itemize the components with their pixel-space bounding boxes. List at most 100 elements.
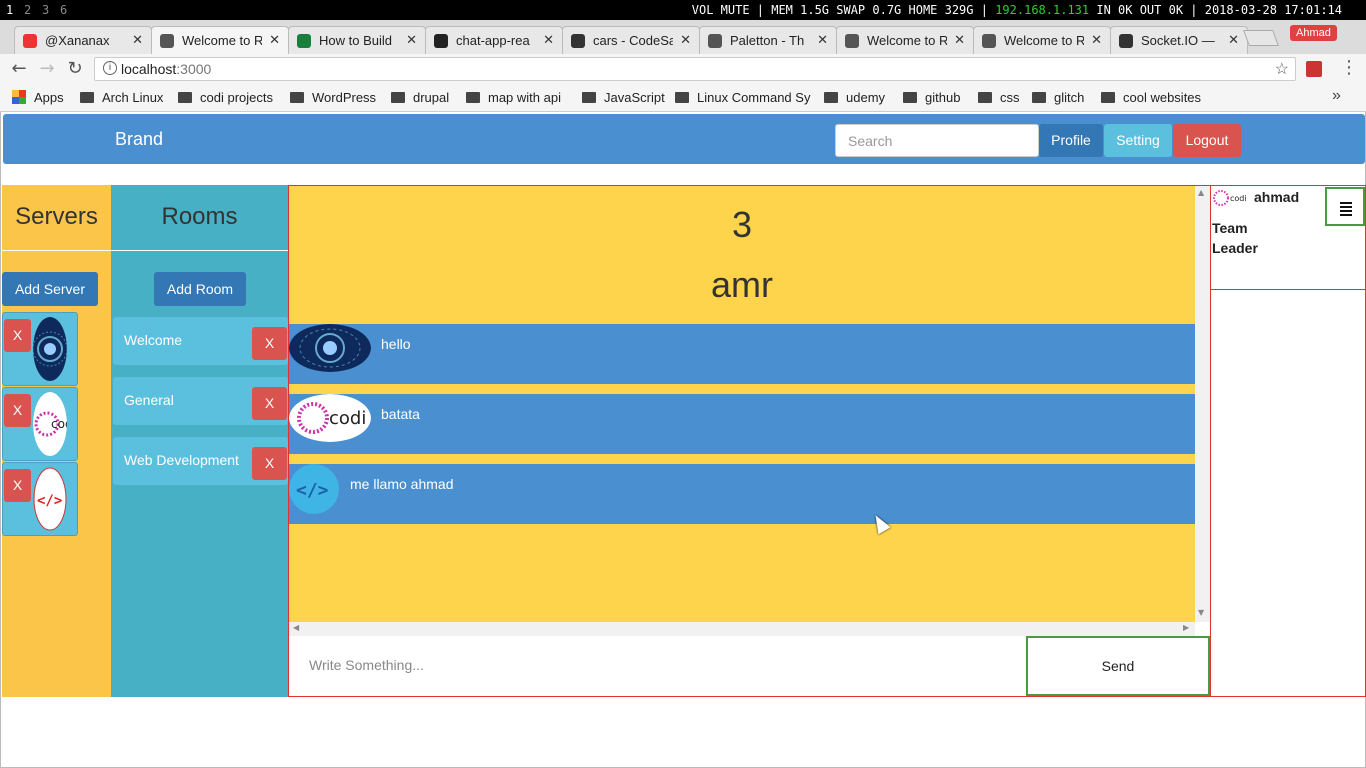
- forward-icon[interactable]: →: [36, 58, 58, 80]
- remove-server-button[interactable]: X: [4, 319, 31, 352]
- svg-text:codi: codi: [329, 408, 366, 429]
- react-icon: [160, 34, 174, 48]
- bookmark-label: codi projects: [200, 90, 273, 105]
- close-tab-icon[interactable]: ✕: [954, 32, 965, 48]
- url-host: localhost: [121, 61, 177, 77]
- reload-icon[interactable]: ↻: [64, 58, 86, 80]
- browser-menu-icon[interactable]: ⋮: [1340, 57, 1358, 78]
- browser-tab[interactable]: Welcome to R ✕: [973, 26, 1111, 54]
- scroll-up-icon[interactable]: ▲: [1198, 188, 1204, 197]
- scroll-right-icon[interactable]: ▶: [1183, 623, 1189, 632]
- workspace-2[interactable]: 2: [24, 3, 31, 17]
- bookmark-label: cool websites: [1123, 90, 1202, 105]
- sheets-icon: [297, 34, 311, 48]
- close-tab-icon[interactable]: ✕: [132, 32, 143, 48]
- server-item[interactable]: X: [2, 312, 78, 386]
- remove-room-button[interactable]: X: [252, 327, 287, 360]
- react-icon: [982, 34, 996, 48]
- browser-tab[interactable]: @Xananax ✕: [14, 26, 152, 54]
- browser-tab[interactable]: How to Build ✕: [288, 26, 426, 54]
- bookmark-star-icon[interactable]: ☆: [1275, 59, 1289, 79]
- workspace-3[interactable]: 3: [42, 3, 49, 17]
- remove-server-button[interactable]: X: [4, 469, 31, 502]
- new-tab-button[interactable]: [1243, 30, 1279, 46]
- browser-profile-badge[interactable]: Ahmad: [1290, 25, 1337, 41]
- browser-tab[interactable]: Welcome to R ✕: [151, 26, 289, 54]
- hamburger-menu-icon[interactable]: [1325, 187, 1365, 226]
- room-item-welcome[interactable]: Welcome X: [113, 317, 288, 365]
- bookmark-item[interactable]: cool websites: [1101, 90, 1201, 105]
- add-room-button[interactable]: Add Room: [154, 272, 246, 306]
- brand-link[interactable]: Brand: [115, 129, 163, 150]
- scroll-left-icon[interactable]: ◀: [293, 623, 299, 632]
- add-server-button[interactable]: Add Server: [2, 272, 98, 306]
- room-name[interactable]: Welcome: [124, 332, 182, 348]
- room-item-web-development[interactable]: Web Development X: [113, 437, 288, 485]
- remove-room-button[interactable]: X: [252, 447, 287, 480]
- back-icon[interactable]: ←: [8, 58, 30, 80]
- bookmark-item[interactable]: glitch: [1032, 90, 1084, 105]
- bookmark-item[interactable]: udemy: [824, 90, 885, 105]
- address-url: localhost:3000: [121, 61, 211, 77]
- remove-room-button[interactable]: X: [252, 387, 287, 420]
- youtube-icon: [23, 34, 37, 48]
- horizontal-scrollbar[interactable]: ◀ ▶: [289, 622, 1195, 636]
- browser-tab[interactable]: Paletton - Th ✕: [699, 26, 837, 54]
- bookmark-item[interactable]: JavaScript: [582, 90, 665, 105]
- close-tab-icon[interactable]: ✕: [406, 32, 417, 48]
- browser-tab[interactable]: cars - CodeSa ✕: [562, 26, 700, 54]
- browser-tab[interactable]: Welcome to R ✕: [836, 26, 974, 54]
- close-tab-icon[interactable]: ✕: [680, 32, 691, 48]
- bookmark-item[interactable]: codi projects: [178, 90, 273, 105]
- ip-address: 192.168.1.131: [995, 3, 1090, 17]
- more-bookmarks-icon[interactable]: »: [1332, 87, 1341, 105]
- extension-icon[interactable]: [1306, 61, 1322, 77]
- folder-icon: [178, 92, 192, 103]
- close-tab-icon[interactable]: ✕: [543, 32, 554, 48]
- folder-icon: [290, 92, 304, 103]
- svg-text:codi: codi: [51, 417, 67, 431]
- close-tab-icon[interactable]: ✕: [817, 32, 828, 48]
- bookmark-item[interactable]: Apps: [12, 90, 64, 105]
- folder-icon: [978, 92, 992, 103]
- close-tab-icon[interactable]: ✕: [269, 32, 280, 48]
- server-item[interactable]: X </>: [2, 462, 78, 536]
- setting-button[interactable]: Setting: [1104, 124, 1172, 157]
- servers-column: Servers Add Server X X codi X </>: [2, 185, 111, 697]
- workspace-6[interactable]: 6: [60, 3, 67, 17]
- room-name[interactable]: General: [124, 392, 174, 408]
- browser-tab[interactable]: chat-app-rea ✕: [425, 26, 563, 54]
- bookmark-label: JavaScript: [604, 90, 665, 105]
- bookmark-item[interactable]: Arch Linux: [80, 90, 163, 105]
- bookmark-item[interactable]: WordPress: [290, 90, 376, 105]
- send-button[interactable]: Send: [1026, 636, 1210, 696]
- bookmark-item[interactable]: Linux Command Sy: [675, 90, 810, 105]
- server-item[interactable]: X codi: [2, 387, 78, 461]
- bookmark-item[interactable]: drupal: [391, 90, 449, 105]
- vertical-scrollbar[interactable]: ▲ ▼: [1195, 186, 1210, 622]
- url-port: :3000: [176, 61, 212, 77]
- close-tab-icon[interactable]: ✕: [1228, 32, 1239, 48]
- close-tab-icon[interactable]: ✕: [1091, 32, 1102, 48]
- bookmark-item[interactable]: github: [903, 90, 960, 105]
- profile-button[interactable]: Profile: [1039, 124, 1103, 157]
- site-info-icon[interactable]: i: [103, 61, 117, 75]
- bookmark-label: Arch Linux: [102, 90, 164, 105]
- room-item-general[interactable]: General X: [113, 377, 288, 425]
- browser-tab[interactable]: Socket.IO — ✕: [1110, 26, 1248, 54]
- search-input[interactable]: Search: [835, 124, 1039, 157]
- message-input[interactable]: Write Something...: [289, 636, 1026, 696]
- remove-server-button[interactable]: X: [4, 394, 31, 427]
- workspace-1[interactable]: 1: [6, 3, 13, 17]
- bookmark-label: drupal: [413, 90, 450, 105]
- browser-tab-strip: @Xananax ✕ Welcome to R ✕ How to Build ✕ chat-…: [0, 20, 1366, 54]
- room-name[interactable]: Web Development: [124, 452, 239, 468]
- system-stats: VOL MUTE | MEM 1.5G SWAP 0.7G HOME 329G …: [692, 3, 1342, 17]
- bookmark-item[interactable]: css: [978, 90, 1020, 105]
- bookmark-item[interactable]: map with api: [466, 90, 561, 105]
- logout-button[interactable]: Logout: [1173, 124, 1241, 157]
- tab-label: Socket.IO —: [1141, 33, 1215, 48]
- message-list[interactable]: 3 amr hello codi batata </> me llamo ahm…: [289, 186, 1195, 622]
- scroll-down-icon[interactable]: ▼: [1198, 608, 1204, 617]
- address-bar[interactable]: i localhost:3000 ☆: [94, 57, 1296, 81]
